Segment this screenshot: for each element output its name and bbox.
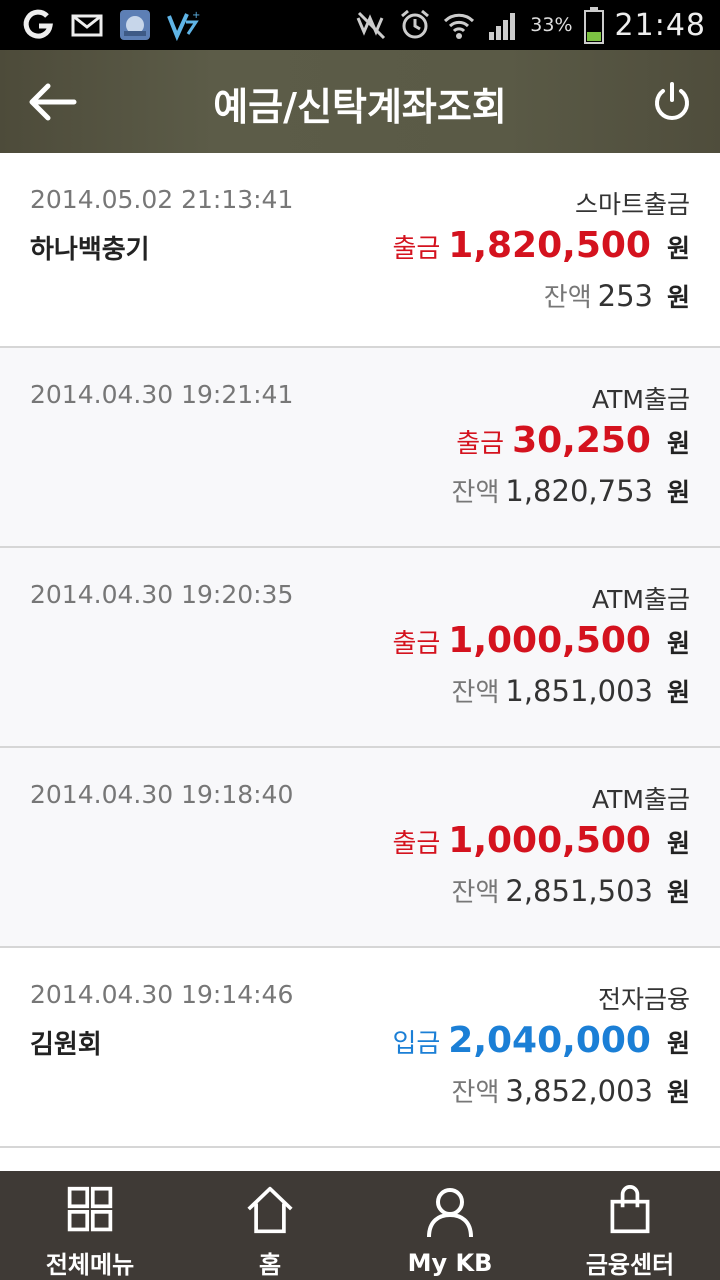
- mail-icon: [71, 14, 103, 37]
- transaction-type: ATM출금: [591, 585, 690, 614]
- balance-value: 1,851,003: [505, 674, 653, 708]
- transaction-row[interactable]: 2014.04.30 19:21:41 ATM출금 출금 30,250 원 잔액…: [0, 348, 720, 548]
- nav-label: 금융센터: [585, 1251, 675, 1279]
- nav-label: 전체메뉴: [45, 1251, 135, 1279]
- transaction-datetime: 2014.04.30 19:21:41: [30, 380, 294, 409]
- balance-value: 253: [597, 279, 653, 313]
- balance-unit: 원: [666, 878, 690, 907]
- balance-line: 잔액 1,851,003 원: [452, 672, 690, 709]
- wifi-icon: [444, 13, 475, 39]
- bottom-nav: 전체메뉴 홈 My KB 금융센터: [0, 1171, 720, 1280]
- battery-percent: 33%: [530, 14, 573, 36]
- amount-line: 출금 1,820,500 원: [392, 225, 690, 266]
- balance-line: 잔액 2,851,503 원: [452, 872, 690, 909]
- amount-kind: 출금: [392, 829, 441, 859]
- balance-value: 2,851,503: [505, 874, 653, 908]
- balance-unit: 원: [666, 283, 690, 312]
- balance-label: 잔액: [451, 678, 500, 708]
- amount-kind: 출금: [392, 629, 441, 659]
- balance-label: 잔액: [543, 283, 592, 313]
- amount-unit: 원: [666, 429, 690, 458]
- amount-value: 30,250: [512, 420, 651, 461]
- nav-finance-center[interactable]: 금융센터: [540, 1171, 720, 1280]
- transaction-datetime: 2014.05.02 21:13:41: [30, 185, 294, 214]
- battery-icon: [583, 7, 604, 44]
- nav-label: 홈: [258, 1251, 282, 1279]
- grid-menu-icon: [67, 1186, 113, 1232]
- nav-all-menu[interactable]: 전체메뉴: [0, 1171, 180, 1280]
- transaction-row[interactable]: 2014.04.30 19:14:46 전자금융 김원회 입금 2,040,00…: [0, 948, 720, 1148]
- amount-unit: 원: [666, 1029, 690, 1058]
- balance-line: 잔액 253 원: [544, 277, 690, 314]
- transaction-datetime: 2014.04.30 19:20:35: [30, 580, 294, 609]
- balance-unit: 원: [666, 1078, 690, 1107]
- transaction-datetime: 2014.04.30 19:18:40: [30, 780, 294, 809]
- transaction-counterparty: 김원회: [30, 1030, 102, 1060]
- amount-value: 1,820,500: [448, 225, 651, 266]
- balance-line: 잔액 3,852,003 원: [452, 1072, 690, 1109]
- balance-unit: 원: [666, 678, 690, 707]
- amount-line: 입금 2,040,000 원: [392, 1020, 690, 1061]
- g-app-icon: [23, 9, 53, 39]
- mute-icon: [356, 11, 386, 40]
- amount-line: 출금 1,000,500 원: [392, 620, 690, 661]
- transaction-type: ATM출금: [591, 385, 690, 414]
- status-bar: + 33% 21:48: [0, 0, 720, 50]
- balance-value: 1,820,753: [505, 474, 653, 508]
- amount-line: 출금 30,250 원: [456, 420, 690, 461]
- transaction-counterparty: 하나백충기: [30, 235, 150, 265]
- home-icon: [247, 1186, 293, 1234]
- person-icon: [427, 1188, 473, 1238]
- page-title: 예금/신탁계좌조회: [213, 85, 507, 129]
- balance-label: 잔액: [451, 478, 500, 508]
- clock: 21:48: [614, 7, 706, 43]
- nav-label: My KB: [407, 1249, 493, 1277]
- power-icon[interactable]: [650, 80, 694, 124]
- transaction-row[interactable]: 2014.05.02 21:13:41 스마트출금 하나백충기 출금 1,820…: [0, 153, 720, 348]
- balance-unit: 원: [666, 478, 690, 507]
- amount-unit: 원: [666, 234, 690, 263]
- shopping-bag-icon: [610, 1185, 650, 1234]
- balance-label: 잔액: [451, 1078, 500, 1108]
- app-header: 예금/신탁계좌조회: [0, 50, 720, 153]
- signal-icon: [489, 13, 516, 40]
- transaction-type: 스마트출금: [574, 190, 690, 219]
- transaction-row[interactable]: 2014.04.30 19:20:35 ATM출금 출금 1,000,500 원…: [0, 548, 720, 748]
- transaction-type: 전자금융: [597, 985, 690, 1014]
- amount-value: 1,000,500: [448, 620, 651, 661]
- v3-app-icon: +: [167, 10, 200, 42]
- transaction-list[interactable]: 2014.05.02 21:13:41 스마트출금 하나백충기 출금 1,820…: [0, 153, 720, 1171]
- amount-value: 2,040,000: [448, 1020, 651, 1061]
- amount-kind: 입금: [392, 1029, 441, 1059]
- gallery-app-icon: [120, 10, 150, 40]
- balance-label: 잔액: [451, 878, 500, 908]
- transaction-datetime: 2014.04.30 19:14:46: [30, 980, 294, 1009]
- amount-unit: 원: [666, 829, 690, 858]
- amount-value: 1,000,500: [448, 820, 651, 861]
- nav-home[interactable]: 홈: [180, 1171, 360, 1280]
- alarm-icon: [401, 9, 430, 39]
- amount-unit: 원: [666, 629, 690, 658]
- svg-text:+: +: [192, 10, 200, 21]
- transaction-type: ATM출금: [591, 785, 690, 814]
- transaction-row[interactable]: 2014.04.30 19:18:40 ATM출금 출금 1,000,500 원…: [0, 748, 720, 948]
- balance-value: 3,852,003: [505, 1074, 653, 1108]
- amount-line: 출금 1,000,500 원: [392, 820, 690, 861]
- amount-kind: 출금: [392, 234, 441, 264]
- nav-my-kb[interactable]: My KB: [360, 1171, 540, 1280]
- amount-kind: 출금: [456, 429, 505, 459]
- balance-line: 잔액 1,820,753 원: [452, 472, 690, 509]
